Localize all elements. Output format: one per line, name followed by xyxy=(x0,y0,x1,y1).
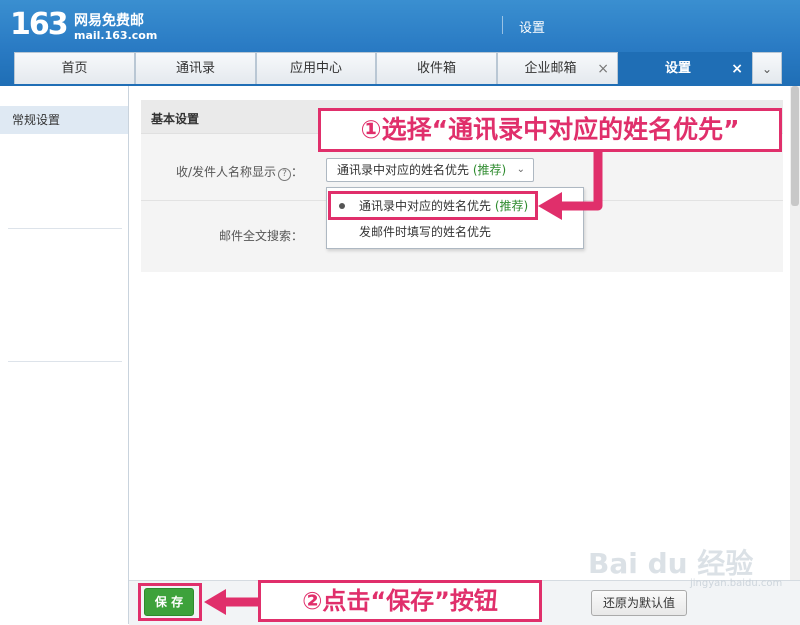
annotation-arrows xyxy=(204,152,603,615)
arrowhead-step2-icon xyxy=(204,589,226,615)
arrowhead-step1-icon xyxy=(538,192,562,220)
arrow-step1-icon xyxy=(560,152,603,211)
